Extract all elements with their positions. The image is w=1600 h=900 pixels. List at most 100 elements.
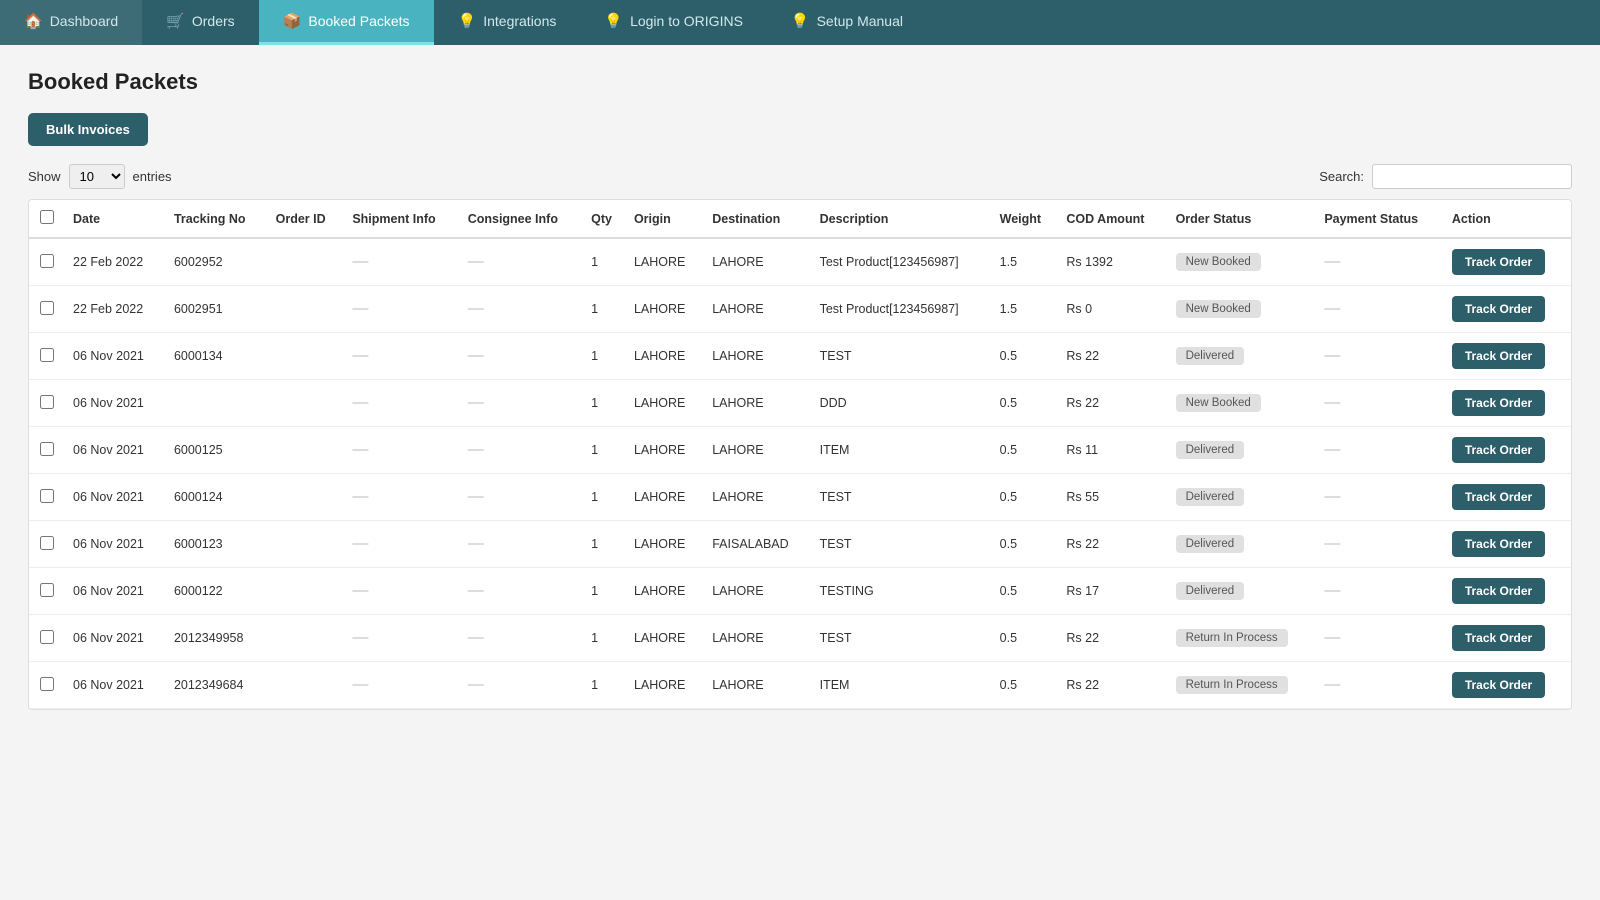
col-tracking: Tracking No: [166, 200, 268, 238]
payment-dash-icon: —: [1324, 629, 1340, 646]
row-checkbox-3[interactable]: [40, 395, 54, 409]
row-shipment-info: —: [344, 662, 459, 709]
nav-item-orders[interactable]: 🛒Orders: [142, 0, 258, 45]
col-date: Date: [65, 200, 166, 238]
row-qty: 1: [583, 568, 626, 615]
row-shipment-info: —: [344, 474, 459, 521]
col-payment-status: Payment Status: [1316, 200, 1444, 238]
order-status-badge: Delivered: [1176, 535, 1245, 553]
consignee-dash-icon: —: [468, 347, 484, 364]
row-order-status: New Booked: [1168, 238, 1317, 286]
nav-item-dashboard[interactable]: 🏠Dashboard: [0, 0, 142, 45]
payment-dash-icon: —: [1324, 253, 1340, 270]
row-checkbox-cell: [29, 380, 65, 427]
row-destination: LAHORE: [704, 474, 811, 521]
row-consignee-info: —: [460, 521, 583, 568]
row-checkbox-cell: [29, 238, 65, 286]
payment-dash-icon: —: [1324, 394, 1340, 411]
nav-item-booked-packets[interactable]: 📦Booked Packets: [259, 0, 434, 45]
row-weight: 0.5: [992, 568, 1059, 615]
table-row: 06 Nov 2021 2012349684 — — 1 LAHORE LAHO…: [29, 662, 1571, 709]
row-action: Track Order: [1444, 474, 1571, 521]
consignee-dash-icon: —: [468, 488, 484, 505]
row-action: Track Order: [1444, 427, 1571, 474]
main-nav: 🏠Dashboard🛒Orders📦Booked Packets💡Integra…: [0, 0, 1600, 45]
row-checkbox-cell: [29, 427, 65, 474]
row-weight: 0.5: [992, 474, 1059, 521]
row-checkbox-4[interactable]: [40, 442, 54, 456]
row-destination: LAHORE: [704, 662, 811, 709]
track-order-button[interactable]: Track Order: [1452, 249, 1545, 275]
row-date: 06 Nov 2021: [65, 427, 166, 474]
order-status-badge: New Booked: [1176, 253, 1261, 271]
track-order-button[interactable]: Track Order: [1452, 296, 1545, 322]
track-order-button[interactable]: Track Order: [1452, 484, 1545, 510]
row-weight: 0.5: [992, 521, 1059, 568]
track-order-button[interactable]: Track Order: [1452, 531, 1545, 557]
row-qty: 1: [583, 333, 626, 380]
row-checkbox-7[interactable]: [40, 583, 54, 597]
row-order-id: [268, 521, 345, 568]
row-consignee-info: —: [460, 568, 583, 615]
col-destination: Destination: [704, 200, 811, 238]
row-origin: LAHORE: [626, 380, 704, 427]
entries-select[interactable]: 10 25 50 100: [69, 164, 125, 189]
row-checkbox-5[interactable]: [40, 489, 54, 503]
row-checkbox-9[interactable]: [40, 677, 54, 691]
col-weight: Weight: [992, 200, 1059, 238]
order-status-badge: Return In Process: [1176, 629, 1288, 647]
shipment-dash-icon: —: [352, 300, 368, 317]
row-checkbox-0[interactable]: [40, 254, 54, 268]
track-order-button[interactable]: Track Order: [1452, 578, 1545, 604]
row-order-id: [268, 286, 345, 333]
track-order-button[interactable]: Track Order: [1452, 343, 1545, 369]
col-action: Action: [1444, 200, 1571, 238]
row-cod: Rs 11: [1058, 427, 1167, 474]
row-consignee-info: —: [460, 615, 583, 662]
row-destination: LAHORE: [704, 615, 811, 662]
bulk-invoices-button[interactable]: Bulk Invoices: [28, 113, 148, 146]
table-body: 22 Feb 2022 6002952 — — 1 LAHORE LAHORE …: [29, 238, 1571, 709]
row-consignee-info: —: [460, 333, 583, 380]
col-qty: Qty: [583, 200, 626, 238]
row-date: 06 Nov 2021: [65, 333, 166, 380]
track-order-button[interactable]: Track Order: [1452, 390, 1545, 416]
row-order-id: [268, 662, 345, 709]
setup-manual-icon: 💡: [791, 12, 810, 30]
nav-item-integrations[interactable]: 💡Integrations: [434, 0, 581, 45]
nav-item-login-origins[interactable]: 💡Login to ORIGINS: [580, 0, 767, 45]
select-all-checkbox[interactable]: [40, 210, 54, 224]
row-order-id: [268, 474, 345, 521]
table-row: 06 Nov 2021 — — 1 LAHORE LAHORE DDD 0.5 …: [29, 380, 1571, 427]
row-order-id: [268, 333, 345, 380]
row-order-status: Return In Process: [1168, 615, 1317, 662]
payment-dash-icon: —: [1324, 582, 1340, 599]
integrations-icon: 💡: [458, 12, 477, 30]
page-content: Booked Packets Bulk Invoices Show 10 25 …: [0, 45, 1600, 900]
row-payment-status: —: [1316, 662, 1444, 709]
setup-manual-label: Setup Manual: [817, 13, 903, 29]
row-checkbox-1[interactable]: [40, 301, 54, 315]
row-qty: 1: [583, 380, 626, 427]
row-date: 06 Nov 2021: [65, 474, 166, 521]
table-row: 06 Nov 2021 6000124 — — 1 LAHORE LAHORE …: [29, 474, 1571, 521]
search-input[interactable]: [1372, 164, 1572, 189]
search-area: Search:: [1319, 164, 1572, 189]
track-order-button[interactable]: Track Order: [1452, 437, 1545, 463]
track-order-button[interactable]: Track Order: [1452, 625, 1545, 651]
nav-item-setup-manual[interactable]: 💡 Setup Manual: [767, 0, 927, 45]
orders-label: Orders: [192, 13, 235, 29]
row-description: Test Product[123456987]: [812, 238, 992, 286]
row-checkbox-8[interactable]: [40, 630, 54, 644]
row-checkbox-2[interactable]: [40, 348, 54, 362]
row-tracking: 6000122: [166, 568, 268, 615]
row-description: TEST: [812, 474, 992, 521]
track-order-button[interactable]: Track Order: [1452, 672, 1545, 698]
row-payment-status: —: [1316, 474, 1444, 521]
row-origin: LAHORE: [626, 286, 704, 333]
table-row: 06 Nov 2021 6000134 — — 1 LAHORE LAHORE …: [29, 333, 1571, 380]
row-date: 06 Nov 2021: [65, 380, 166, 427]
row-checkbox-6[interactable]: [40, 536, 54, 550]
shipment-dash-icon: —: [352, 676, 368, 693]
page-title: Booked Packets: [28, 69, 1572, 95]
